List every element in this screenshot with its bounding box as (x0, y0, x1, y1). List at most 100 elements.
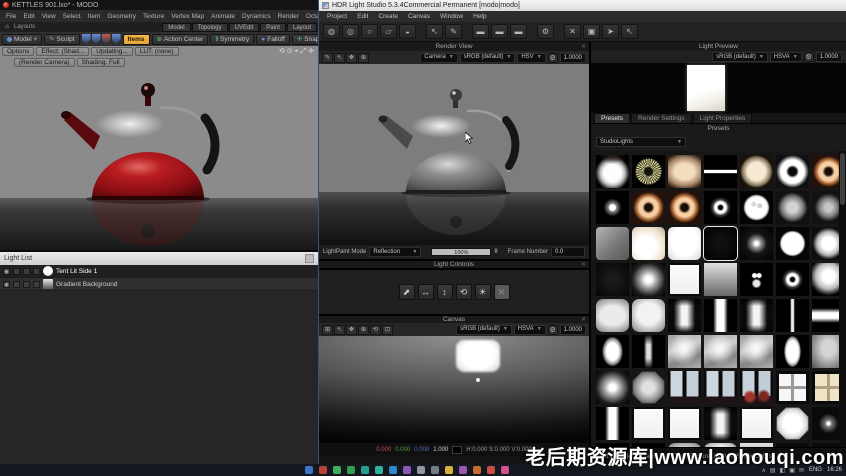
tab-light-properties[interactable]: Light Properties (692, 113, 753, 123)
taskbar-app-icon-2[interactable] (333, 466, 341, 474)
pointer-icon[interactable]: ↖ (334, 324, 345, 335)
taskbar-app-icon-14[interactable] (501, 466, 509, 474)
modo-menu-render[interactable]: Render (278, 13, 299, 20)
preset-thumbnail-white-sq[interactable] (632, 407, 665, 440)
zoom-icon[interactable]: ⊕ (358, 52, 369, 63)
panel-corner-box[interactable] (305, 254, 314, 263)
canvas-colorspace-dropdown[interactable]: sRGB (default) ▼ (456, 324, 512, 335)
modo-3d-viewport[interactable]: Options Effect: (Shad... Updating... LUT… (0, 46, 318, 250)
snap-button[interactable]: ✛ Snap (291, 33, 318, 45)
preset-thumbnail-circle-marks[interactable] (740, 191, 773, 224)
preset-thumbnail-ring-small[interactable] (704, 191, 737, 224)
scale-h-icon[interactable]: ↔ (417, 284, 434, 300)
toggle-icon[interactable] (23, 267, 30, 275)
modo-menu-vertex-map[interactable]: Vertex Map (171, 13, 204, 20)
modo-tab-model[interactable]: Model (162, 22, 191, 32)
zoom-icon[interactable]: ⊕ (358, 324, 369, 335)
brightness-icon[interactable]: ☀ (474, 284, 491, 300)
scale-v-icon[interactable]: ↕ (436, 284, 453, 300)
taskbar-app-icon-7[interactable] (403, 466, 411, 474)
falloff-button[interactable]: ● Falloff (256, 33, 290, 45)
taskbar-app-icon-9[interactable] (431, 466, 439, 474)
preset-thumbnail-glow-sq[interactable] (596, 371, 629, 404)
taskbar-app-icon-5[interactable] (375, 466, 383, 474)
preset-thumbnail-capsule[interactable] (596, 335, 629, 368)
taskbar-app-icon-4[interactable] (361, 466, 369, 474)
preset-thumbnail-v-grad[interactable] (740, 299, 773, 332)
round-light-icon[interactable]: ◍ (323, 24, 340, 39)
pointer-icon[interactable]: ↖ (334, 52, 345, 63)
modo-menu-animate[interactable]: Animate (211, 13, 235, 20)
preset-thumbnail-gray-sq[interactable] (596, 227, 629, 260)
preset-thumbnail-white-sq[interactable] (668, 263, 701, 296)
preset-thumbnail-v-line[interactable] (776, 299, 809, 332)
move-arrow-icon[interactable]: ➤ (602, 24, 619, 39)
preset-thumbnail-ring[interactable] (776, 155, 809, 188)
light-list-item[interactable]: ◉ Gradient Background (0, 278, 318, 291)
modo-tab-uvedit[interactable]: UVEdit (228, 22, 260, 32)
taskbar-app-icon-6[interactable] (389, 466, 397, 474)
visibility-toggle-icon[interactable]: ◉ (3, 280, 10, 288)
gear-icon[interactable]: ⚙ (547, 52, 558, 63)
pointer-icon[interactable]: ↖ (621, 24, 638, 39)
preset-thumbnail-dot[interactable] (596, 191, 629, 224)
pan-icon[interactable]: ✥ (346, 324, 357, 335)
hdrls-menu-canvas[interactable]: Canvas (408, 13, 430, 20)
camera-dropdown[interactable]: Camera ▼ (420, 52, 458, 63)
preset-strip-menu-icon[interactable]: ▬ (491, 24, 508, 39)
shield-icon-3[interactable] (111, 34, 121, 44)
preset-thumbnail-v-bar-short[interactable] (632, 335, 665, 368)
grid-icon[interactable]: ⊞ (322, 324, 333, 335)
picker-icon[interactable]: ↖ (426, 24, 443, 39)
taskbar-app-icon-11[interactable] (459, 466, 467, 474)
scrollbar-thumb[interactable] (840, 153, 845, 205)
lut-button[interactable]: LUT: (none) (134, 47, 179, 56)
preview-colorspace-dropdown[interactable]: sRGB (default) ▼ (712, 52, 768, 62)
preset-thumbnail-figure[interactable] (740, 263, 773, 296)
symmetry-button[interactable]: ‖ Symmetry (210, 33, 255, 45)
canvas-display-dropdown[interactable]: HSVA ▼ (513, 324, 546, 335)
modo-menu-select[interactable]: Select (63, 13, 81, 20)
modo-menu-octane[interactable]: Octane (306, 13, 318, 20)
sculpt-mode-button[interactable]: ✎ Sculpt (43, 33, 80, 45)
model-mode-button[interactable]: Model ▾ (2, 33, 42, 45)
effect-button[interactable]: Effect: (Shad... (36, 47, 90, 56)
toggle-icon[interactable] (13, 267, 20, 275)
preset-thumbnail-tex-sq[interactable] (740, 335, 773, 368)
delete-icon[interactable]: ✕ (564, 24, 581, 39)
spot-light-icon[interactable]: ○ (361, 24, 378, 39)
action-center-button[interactable]: ⊕ Action Center (151, 33, 209, 45)
light-paint-icon[interactable]: ✎ (445, 24, 462, 39)
preset-thumbnail-warm-rect[interactable] (668, 155, 701, 188)
home-icon[interactable]: ⌂ (0, 24, 14, 30)
exposure-value[interactable]: 1.0000 (559, 52, 586, 63)
viewport-nav-icons[interactable]: ⟲⊙⌖⤢✛ (279, 47, 316, 56)
tab-render-settings[interactable]: Render Settings (631, 113, 692, 123)
preset-thumbnail-black-sel[interactable] (703, 226, 738, 261)
toggle-icon[interactable] (33, 267, 40, 275)
canvas-exposure-value[interactable]: 1.0000 (559, 324, 586, 335)
settings-icon[interactable]: ⚙ (537, 24, 554, 39)
modo-menu-item[interactable]: Item (88, 13, 101, 20)
lightpaint-mode-dropdown[interactable]: Reflection ▼ (369, 247, 422, 257)
preset-thumbnail-warm-sq[interactable] (740, 155, 773, 188)
preset-thumbnail-white-grid[interactable] (776, 371, 809, 404)
preset-thumbnail-soft-octagon[interactable] (776, 191, 809, 224)
shield-icon-0[interactable] (81, 34, 91, 44)
delete-icon[interactable]: ✕ (493, 284, 510, 300)
modo-tab-layout[interactable]: Layout (286, 22, 317, 32)
layouts-label[interactable]: Layouts (14, 24, 35, 30)
preset-thumbnail-window[interactable] (668, 371, 701, 404)
preset-thumbnail-tex-sq[interactable] (668, 335, 701, 368)
options-button[interactable]: Options (2, 47, 35, 56)
preset-thumbnail-octagon-white[interactable] (776, 407, 809, 440)
modo-menu-texture[interactable]: Texture (143, 13, 164, 20)
frame-icon[interactable]: ▣ (583, 24, 600, 39)
hdrls-menu-edit[interactable]: Edit (357, 13, 368, 20)
modo-tab-paint[interactable]: Paint (260, 22, 286, 32)
hdrls-menu-create[interactable]: Create (378, 13, 398, 20)
hdrls-menu-help[interactable]: Help (473, 13, 486, 20)
shading-button[interactable]: Shading: Full (76, 58, 125, 67)
pan-icon[interactable]: ✥ (346, 52, 357, 63)
toggle-icon[interactable] (23, 280, 30, 288)
